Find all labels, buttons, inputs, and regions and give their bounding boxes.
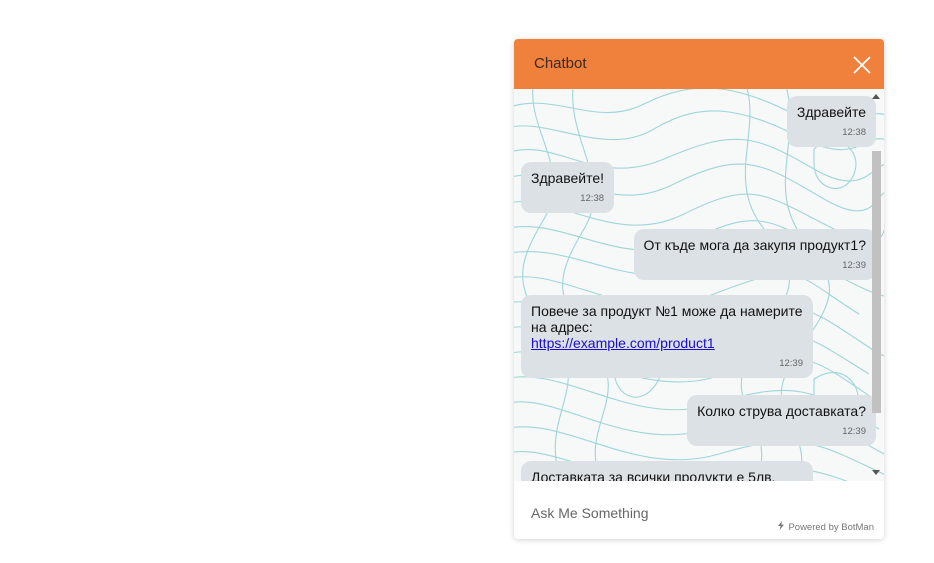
message-text: Повече за продукт №1 може да намерите на… (531, 303, 803, 335)
chat-header: Chatbot (514, 39, 884, 89)
message-list[interactable]: Здравейте 12:38 Здравейте! 12:38 От къде… (514, 89, 884, 481)
chat-title: Chatbot (534, 55, 587, 72)
input-area: Powered by BotMan (514, 481, 884, 539)
message-time: 12:39 (842, 260, 866, 271)
scroll-up-icon[interactable] (872, 94, 880, 99)
message-text: Здравейте! (531, 170, 605, 186)
message-bot-2: Повече за продукт №1 може да намерите на… (521, 295, 813, 378)
message-user-2: От къде мога да закупя продукт1? 12:39 (633, 229, 876, 280)
message-time: 12:38 (842, 127, 866, 138)
message-user-3: Колко струва доставката? 12:39 (687, 395, 876, 446)
message-link[interactable]: https://example.com/product1 (531, 335, 715, 351)
message-time: 12:38 (580, 193, 605, 204)
message-text: Здравейте (796, 104, 866, 120)
powered-by-text: Powered by BotMan (788, 522, 874, 533)
scrollbar-thumb[interactable] (872, 151, 881, 413)
close-icon[interactable] (852, 55, 872, 75)
message-time: 12:39 (842, 426, 866, 437)
scroll-down-icon[interactable] (872, 470, 880, 475)
message-text: Доставката за всички продукти е 5лв. (531, 469, 776, 481)
message-text: Колко струва доставката? (697, 403, 866, 419)
bolt-icon (777, 521, 787, 533)
chat-widget: Chatbot Здравейте 12:38 Здравейте! 12:38… (514, 39, 884, 539)
message-user-1: Здравейте 12:38 (786, 96, 876, 147)
message-bot-1: Здравейте! 12:38 (521, 162, 615, 213)
powered-by[interactable]: Powered by BotMan (777, 521, 874, 533)
message-time: 12:39 (779, 358, 803, 369)
message-text: От къде мога да закупя продукт1? (643, 237, 866, 253)
message-scrollbar[interactable] (868, 89, 884, 481)
message-bot-3: Доставката за всички продукти е 5лв. (521, 461, 813, 481)
